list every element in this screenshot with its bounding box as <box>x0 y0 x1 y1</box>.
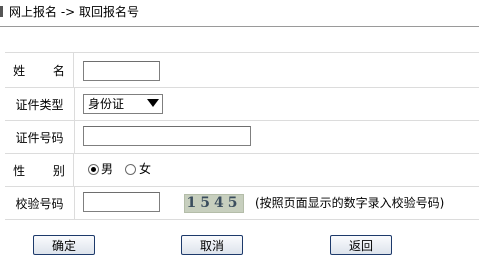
id-number-input[interactable] <box>83 126 251 146</box>
radio-selected-dot-icon <box>91 167 96 172</box>
gender-male-radio[interactable] <box>88 164 99 175</box>
retrieve-form: 姓 名 证件类型 身份证 证件号码 性 别 男 女 校验号码 1545 (按照页… <box>5 52 479 220</box>
breadcrumb: 网上报名 -> 取回报名号 <box>0 0 479 27</box>
breadcrumb-marker-icon <box>0 6 3 17</box>
gender-female-label[interactable]: 女 <box>139 162 151 176</box>
id-type-selected-value: 身份证 <box>88 97 125 111</box>
captcha-input[interactable] <box>83 192 160 212</box>
gender-male-label[interactable]: 男 <box>101 162 113 176</box>
chevron-down-icon[interactable] <box>147 99 159 107</box>
captcha-label: 校验号码 <box>5 187 75 219</box>
row-id-type: 证件类型 身份证 <box>5 88 479 121</box>
name-input[interactable] <box>83 61 160 81</box>
captcha-image: 1545 <box>184 194 244 213</box>
row-gender: 性 别 男 女 <box>5 154 479 187</box>
cancel-button[interactable]: 取消 <box>181 235 243 255</box>
confirm-button[interactable]: 确定 <box>33 235 95 255</box>
id-number-label: 证件号码 <box>5 121 75 153</box>
back-button[interactable]: 返回 <box>330 235 392 255</box>
row-captcha: 校验号码 1545 (按照页面显示的数字录入校验号码) <box>5 187 479 220</box>
gender-label: 性 别 <box>5 154 74 186</box>
gender-female-radio[interactable] <box>125 164 136 175</box>
captcha-hint: (按照页面显示的数字录入校验号码) <box>255 196 445 210</box>
id-type-label: 证件类型 <box>5 88 75 120</box>
row-name: 姓 名 <box>5 53 479 88</box>
id-type-select[interactable]: 身份证 <box>83 94 163 114</box>
name-label: 姓 名 <box>5 53 74 87</box>
breadcrumb-text: 网上报名 -> 取回报名号 <box>9 5 140 19</box>
row-id-number: 证件号码 <box>5 121 479 154</box>
